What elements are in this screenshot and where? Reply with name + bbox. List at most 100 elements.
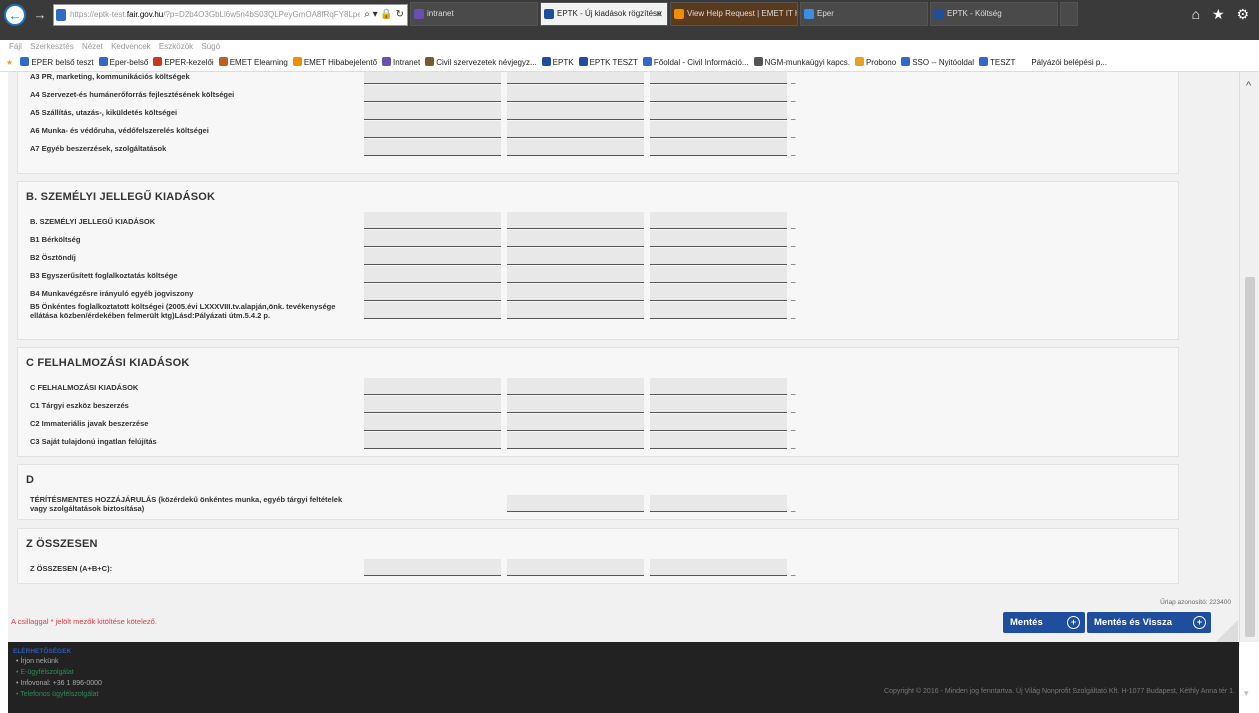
amount-input[interactable] [364,266,501,283]
address-bar[interactable]: https://eptk-test.fair.gov.hu/?p=D2b4O3G… [53,4,408,26]
menu-item-view[interactable]: Nézet [82,42,103,51]
amount-input[interactable] [364,121,501,138]
favorite-link[interactable]: EPTK [541,57,574,67]
favorite-link[interactable]: EMET Hibabejelentő [292,57,377,67]
scroll-up-icon[interactable]: ^ [1246,80,1251,92]
tab-eptk-cost[interactable]: EPTK - Költség [930,2,1058,26]
amount-input[interactable] [507,302,644,319]
amount-input[interactable] [364,559,501,576]
amount-input[interactable] [650,559,787,576]
amount-input[interactable] [650,266,787,283]
amount-input[interactable] [364,414,501,431]
favorite-link[interactable]: EMET Elearning [218,57,288,67]
amount-input[interactable] [650,248,787,265]
footer-link-e-service[interactable]: • E-ügyfélszolgálat [16,669,74,676]
amount-input[interactable] [364,378,501,395]
tab-eper[interactable]: Eper [800,2,928,26]
amount-input[interactable] [507,85,644,102]
favorite-link[interactable]: EPER-kezelői [153,57,214,67]
favorite-link[interactable]: SSO -- Nyitóoldal [901,57,974,67]
amount-input[interactable] [507,284,644,301]
amount-input[interactable] [507,266,644,283]
amount-input[interactable] [364,139,501,156]
amount-input[interactable] [364,248,501,265]
amount-input[interactable] [507,121,644,138]
footer-scroll-icon[interactable]: ▾ [1244,688,1249,699]
amount-input[interactable] [650,139,787,156]
form-section: A3 PR, marketing, kommunikációs költsége… [17,72,1179,174]
favorite-link[interactable]: TESZT [979,57,1015,67]
address-actions-icons[interactable]: ⌕ ▾ 🔒 ↻ [360,5,404,25]
favorite-link[interactable]: Pályázói belépési p... [1020,57,1107,67]
tab-intranet[interactable]: intranet [410,2,538,26]
amount-input[interactable] [650,432,787,449]
favorite-link[interactable]: EPTK TESZT [578,57,638,67]
copyright-text: Copyright © 2016 - Minden jog fenntartva… [884,688,1235,695]
favorite-link[interactable]: Civil szervezetek névjegyz... [425,57,537,67]
amount-input[interactable] [507,378,644,395]
amount-input[interactable] [650,414,787,431]
scroll-thumb[interactable] [1245,277,1255,637]
amount-input[interactable] [364,103,501,120]
new-tab-button[interactable] [1060,2,1078,26]
close-tab-icon[interactable]: ✕ [655,3,663,25]
amount-input[interactable] [507,559,644,576]
amount-input[interactable] [364,302,501,319]
row-suffix: _ [791,129,796,138]
amount-input[interactable] [650,85,787,102]
amount-input[interactable] [507,230,644,247]
amount-input[interactable] [650,495,787,512]
amount-input[interactable] [650,103,787,120]
amount-input[interactable] [507,414,644,431]
tab-eptk-new-expenses[interactable]: EPTK - Új kiadások rögzítése ✕ [540,2,668,26]
amount-input[interactable] [364,432,501,449]
save-and-back-button[interactable]: Mentés és Vissza + [1087,612,1211,633]
tab-view-help-request[interactable]: View Help Request | EMET IT H... [670,2,798,26]
save-button[interactable]: Mentés + [1003,612,1085,633]
amount-input[interactable] [507,72,644,84]
menu-item-file[interactable]: Fájl [9,42,22,51]
menu-item-favorites[interactable]: Kedvencek [111,42,151,51]
amount-input[interactable] [650,378,787,395]
amount-input[interactable] [507,432,644,449]
forward-arrow-icon[interactable]: → [31,5,49,23]
amount-input[interactable] [507,103,644,120]
row-suffix: _ [791,220,796,229]
amount-input[interactable] [650,396,787,413]
menu-item-help[interactable]: Súgó [201,42,220,51]
amount-input[interactable] [507,396,644,413]
favorite-link[interactable]: Főoldal - Civil Információ... [642,57,749,67]
favorite-link[interactable]: Probono [854,57,896,67]
amount-input[interactable] [364,230,501,247]
amount-input[interactable] [650,230,787,247]
amount-input[interactable] [650,302,787,319]
amount-input[interactable] [650,212,787,229]
amount-input[interactable] [364,284,501,301]
amount-input[interactable] [650,284,787,301]
vertical-scrollbar[interactable]: ^ [1239,72,1259,642]
back-arrow-icon[interactable]: ← [4,4,26,26]
favorite-label: EPTK [552,58,574,67]
favorite-link[interactable]: EPER belső teszt [20,57,94,67]
favorite-link[interactable]: Eper-belső [98,57,148,67]
amount-input[interactable] [507,495,644,512]
amount-input[interactable] [364,212,501,229]
amount-input[interactable] [507,139,644,156]
amount-input[interactable] [364,72,501,84]
footer-link-phone-service[interactable]: • Telefonos ügyfélszolgálat [16,691,99,698]
amount-input[interactable] [507,248,644,265]
amount-input[interactable] [364,396,501,413]
row-label: C2 Immateriális javak beszerzése [30,419,149,428]
amount-input[interactable] [650,72,787,84]
amount-input[interactable] [364,85,501,102]
home-favorites-settings-icons[interactable]: ⌂ ★ ⚙ [1192,6,1253,23]
favorite-link[interactable]: NGM-munkaügyi kapcs. [753,57,850,67]
menu-item-edit[interactable]: Szerkesztés [30,42,74,51]
section-title: B. SZEMÉLYI JELLEGŰ KIADÁSOK [26,191,216,203]
menu-item-tools[interactable]: Eszközök [159,42,193,51]
footer-link-write-us[interactable]: • Írjon nekünk [16,658,59,665]
favorite-link[interactable]: Intranet [382,57,420,67]
amount-input[interactable] [507,212,644,229]
favorites-star-icon[interactable]: ★ [6,58,13,67]
amount-input[interactable] [650,121,787,138]
